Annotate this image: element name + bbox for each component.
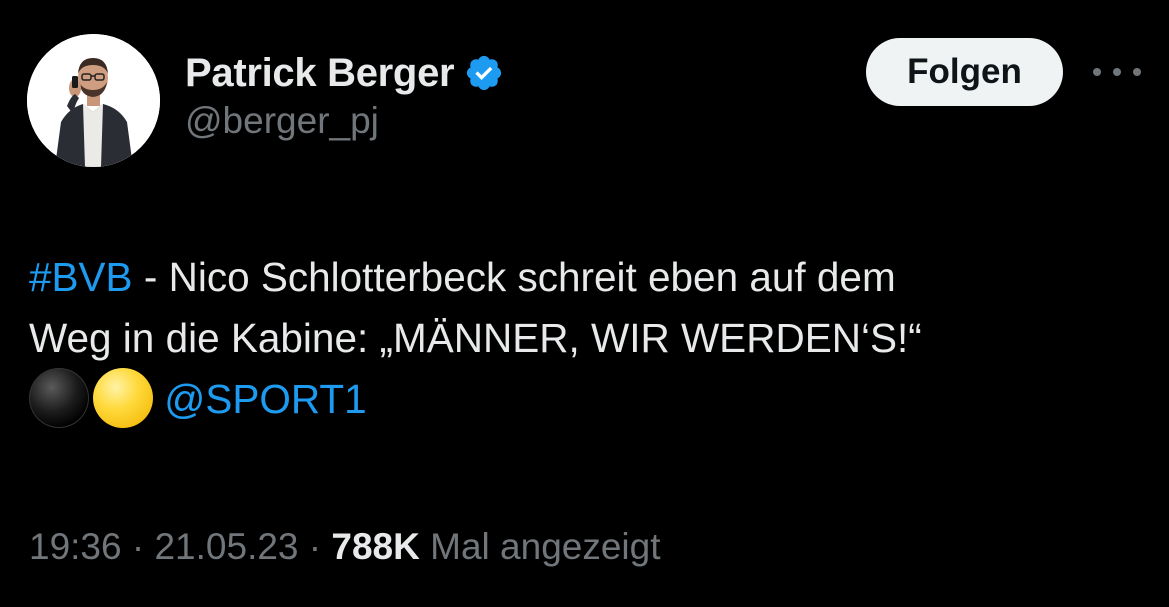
author-name-row: Patrick Berger bbox=[185, 48, 504, 98]
avatar-photo bbox=[27, 34, 160, 167]
dot bbox=[1113, 68, 1121, 76]
meta-separator: · bbox=[298, 526, 332, 567]
tweet-text-line-2: Weg in die Kabine: „MÄNNER, WIR WERDEN‘S… bbox=[29, 315, 922, 361]
author-display-name[interactable]: Patrick Berger bbox=[185, 51, 455, 96]
tweet-card: Patrick Berger @berger_pj Folgen #BVB - … bbox=[0, 0, 1169, 607]
hashtag-link[interactable]: #BVB bbox=[29, 254, 133, 300]
tweet-text: #BVB - Nico Schlotterbeck schreit eben a… bbox=[29, 247, 1149, 430]
tweet-text-line-3: @SPORT1 bbox=[29, 368, 1149, 430]
tweet-text-segment: - Nico Schlotterbeck schreit eben auf de… bbox=[132, 254, 896, 300]
dot bbox=[1133, 68, 1141, 76]
mention-link[interactable]: @SPORT1 bbox=[164, 376, 366, 422]
avatar[interactable] bbox=[27, 34, 160, 167]
author-handle[interactable]: @berger_pj bbox=[185, 100, 504, 142]
views-count[interactable]: 788K bbox=[331, 526, 419, 567]
yellow-circle-emoji-icon bbox=[93, 368, 153, 429]
dot bbox=[1093, 68, 1101, 76]
verified-badge-icon[interactable] bbox=[464, 53, 504, 93]
author-info: Patrick Berger @berger_pj bbox=[185, 48, 504, 142]
tweet-date[interactable]: 21.05.23 bbox=[154, 526, 298, 567]
tweet-text-line-1: #BVB - Nico Schlotterbeck schreit eben a… bbox=[29, 247, 1149, 308]
black-circle-emoji-icon bbox=[29, 368, 89, 429]
views-label: Mal angezeigt bbox=[419, 526, 661, 567]
tweet-time[interactable]: 19:36 bbox=[29, 526, 122, 567]
ellipsis-horizontal-icon[interactable] bbox=[1093, 60, 1141, 84]
tweet-meta: 19:36 · 21.05.23 · 788K Mal angezeigt bbox=[29, 526, 661, 568]
meta-separator: · bbox=[121, 526, 155, 567]
follow-button[interactable]: Folgen bbox=[866, 38, 1063, 106]
